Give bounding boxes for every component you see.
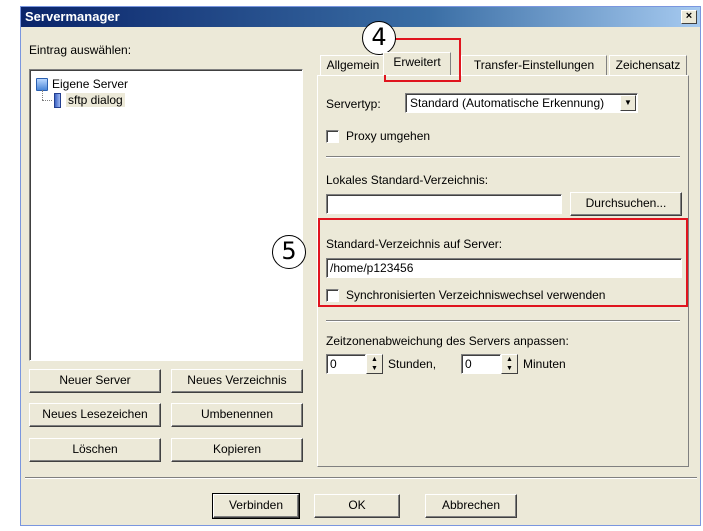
bypass-proxy-checkbox[interactable] bbox=[326, 130, 339, 143]
highlight-box-remote-dir bbox=[318, 218, 688, 307]
separator bbox=[326, 156, 680, 158]
tab-label: Zeichensatz bbox=[615, 58, 681, 72]
hours-spinner[interactable]: ▲ ▼ bbox=[366, 354, 383, 374]
server-tree[interactable]: Eigene Server sftp dialog bbox=[29, 69, 303, 361]
bypass-proxy-label: Proxy umgehen bbox=[346, 129, 431, 143]
local-dir-label: Lokales Standard-Verzeichnis: bbox=[326, 173, 489, 187]
tree-item-my-servers[interactable]: Eigene Server bbox=[36, 76, 128, 92]
server-icon bbox=[54, 92, 61, 108]
title-bar[interactable]: Servermanager × bbox=[21, 7, 700, 27]
select-entry-label: Eintrag auswählen: bbox=[29, 43, 132, 57]
servertype-label: Servertyp: bbox=[326, 97, 381, 111]
separator bbox=[326, 320, 680, 322]
new-server-button[interactable]: Neuer Server bbox=[29, 369, 161, 393]
tab-label: Erweitert bbox=[393, 55, 441, 69]
tab-label: Transfer-Einstellungen bbox=[473, 58, 595, 72]
tab-charset[interactable]: Zeichensatz bbox=[609, 55, 687, 75]
window-title: Servermanager bbox=[25, 9, 120, 24]
rename-button[interactable]: Umbenennen bbox=[171, 403, 303, 427]
tree-item-sftp-dialog[interactable]: sftp dialog bbox=[54, 92, 125, 108]
tab-general[interactable]: Allgemein bbox=[320, 55, 386, 75]
button-label: Neues Lesezeichen bbox=[42, 407, 148, 421]
copy-button[interactable]: Kopieren bbox=[171, 438, 303, 462]
footer-separator bbox=[25, 477, 697, 479]
tree-item-label: sftp dialog bbox=[66, 93, 125, 107]
callout-step-5: 5 bbox=[272, 235, 306, 269]
timezone-label: Zeitzonenabweichung des Servers anpassen… bbox=[326, 334, 569, 348]
browse-button[interactable]: Durchsuchen... bbox=[570, 192, 682, 216]
minutes-spinner[interactable]: ▲ ▼ bbox=[501, 354, 518, 374]
button-label: Kopieren bbox=[212, 442, 262, 456]
tree-item-label: Eigene Server bbox=[52, 77, 129, 91]
button-label: OK bbox=[348, 498, 366, 512]
servertype-value: Standard (Automatische Erkennung) bbox=[410, 96, 605, 110]
local-dir-input[interactable] bbox=[326, 194, 562, 214]
new-folder-button[interactable]: Neues Verzeichnis bbox=[171, 369, 303, 393]
cancel-button[interactable]: Abbrechen bbox=[425, 494, 517, 518]
chevron-down-icon[interactable]: ▼ bbox=[620, 95, 636, 111]
button-label: Löschen bbox=[72, 442, 118, 456]
button-label: Umbenennen bbox=[200, 407, 274, 421]
new-bookmark-button[interactable]: Neues Lesezeichen bbox=[29, 403, 161, 427]
servertype-select[interactable]: Standard (Automatische Erkennung) ▼ bbox=[405, 93, 638, 113]
tree-connector bbox=[42, 90, 43, 100]
ok-button[interactable]: OK bbox=[314, 494, 400, 518]
button-label: Durchsuchen... bbox=[585, 196, 667, 210]
minutes-label: Minuten bbox=[523, 357, 566, 371]
button-label: Abbrechen bbox=[441, 498, 501, 512]
hours-input[interactable]: 0 bbox=[326, 354, 366, 374]
minutes-input[interactable]: 0 bbox=[461, 354, 501, 374]
tree-connector bbox=[42, 100, 52, 101]
delete-button[interactable]: Löschen bbox=[29, 438, 161, 462]
button-label: Neues Verzeichnis bbox=[187, 373, 287, 387]
connect-button[interactable]: Verbinden bbox=[212, 493, 300, 519]
button-label: Verbinden bbox=[228, 498, 284, 512]
folder-icon bbox=[36, 77, 48, 91]
tab-transfer-settings[interactable]: Transfer-Einstellungen bbox=[461, 55, 607, 75]
tab-label: Allgemein bbox=[326, 58, 380, 72]
tab-advanced[interactable]: Erweitert bbox=[383, 52, 451, 75]
button-label: Neuer Server bbox=[59, 373, 131, 387]
callout-step-4: 4 bbox=[362, 21, 396, 55]
close-button[interactable]: × bbox=[681, 10, 697, 24]
hours-label: Stunden, bbox=[388, 357, 437, 371]
